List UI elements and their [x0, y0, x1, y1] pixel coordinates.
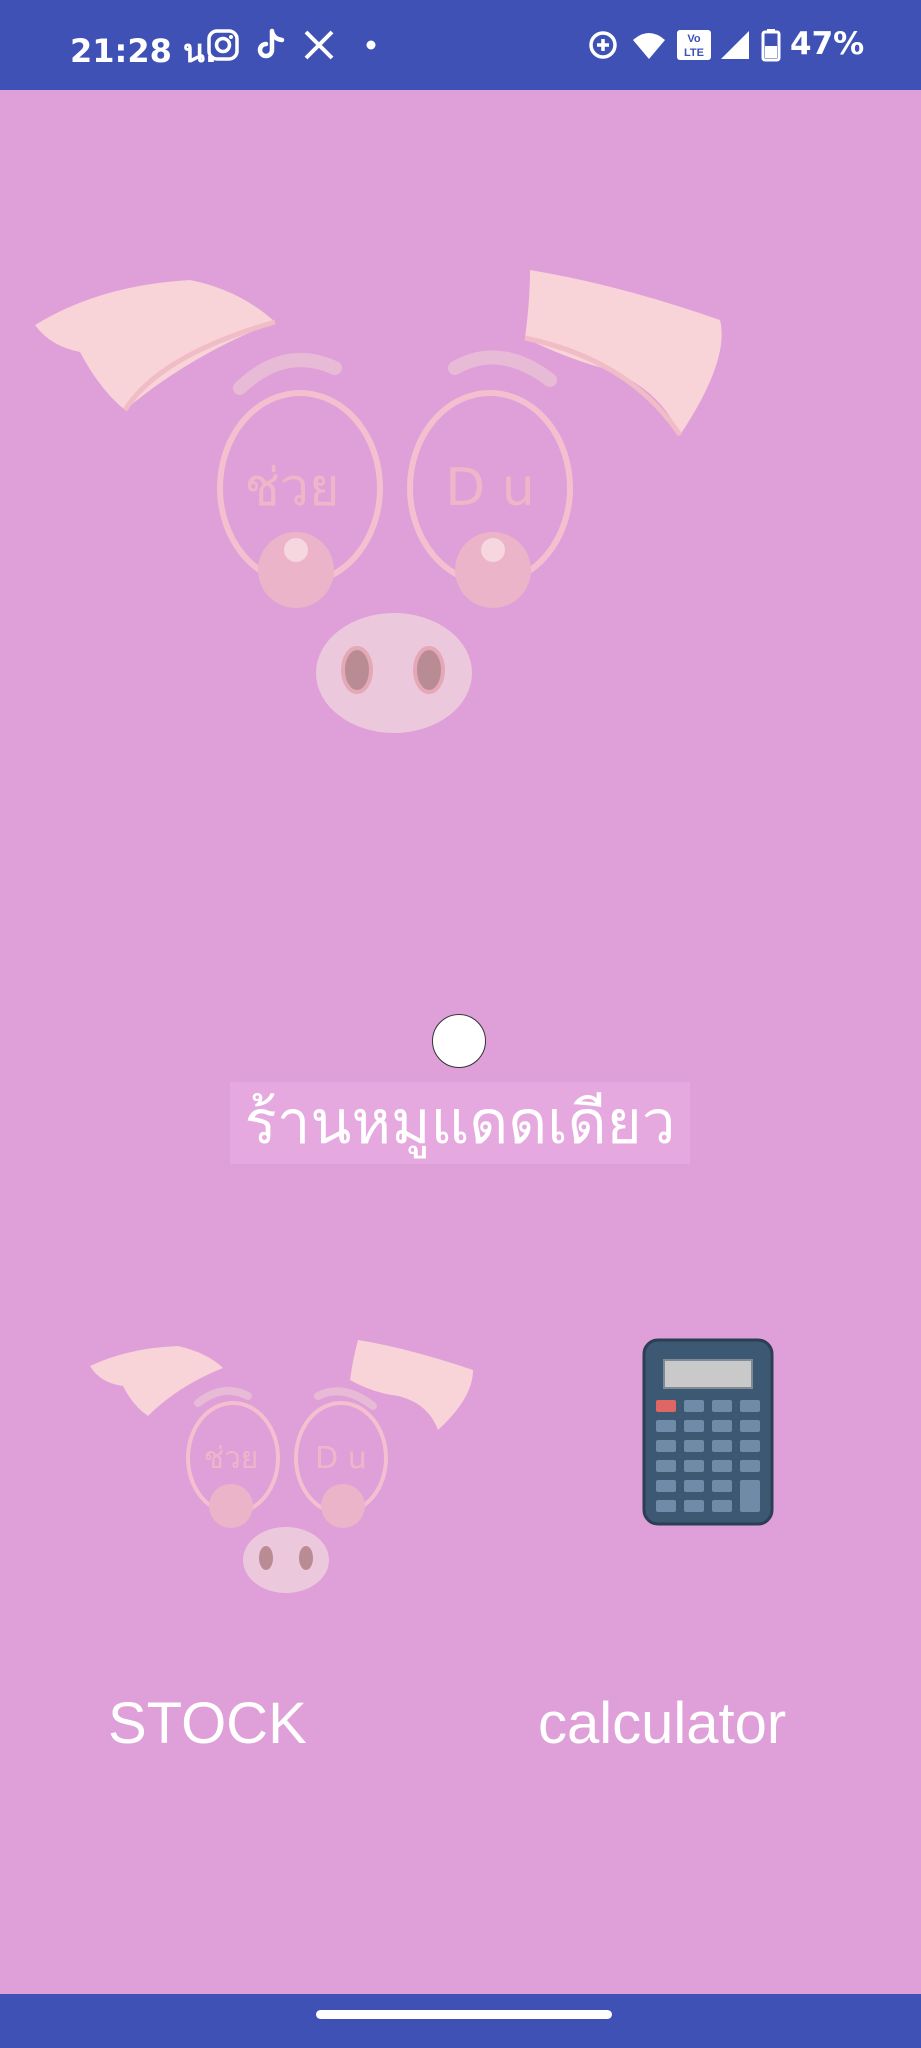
svg-text:Vo: Vo	[687, 33, 701, 45]
tiktok-icon	[257, 28, 285, 59]
dot-icon	[366, 40, 376, 50]
battery-percentage: 47%	[790, 26, 865, 62]
navigation-bar	[0, 1994, 921, 2048]
svg-text:LTE: LTE	[684, 47, 704, 59]
battery-icon	[761, 29, 781, 62]
instagram-icon	[207, 29, 239, 61]
stock-label[interactable]: STOCK	[108, 1690, 307, 1757]
calculator-label[interactable]: calculator	[538, 1690, 786, 1757]
home-gesture-handle[interactable]	[316, 2010, 612, 2019]
data-saver-icon	[589, 31, 617, 59]
wifi-icon	[633, 33, 665, 59]
x-icon	[304, 30, 334, 60]
volte-icon: Vo LTE	[677, 30, 711, 60]
status-time: 21:28 น.	[70, 32, 218, 70]
pig-logo-image: ช่วย D u	[35, 270, 722, 733]
logo-text-right: D u	[445, 458, 535, 518]
stock-logo-text-right: D u	[315, 1441, 367, 1476]
stock-logo-text-left: ช่วย	[204, 1441, 259, 1476]
stock-button[interactable]: ช่วย D u	[88, 1338, 478, 1608]
white-dot	[432, 1014, 486, 1068]
shop-title: ร้านหมูแดดเดียว	[230, 1082, 690, 1164]
calculator-button[interactable]	[642, 1338, 774, 1526]
status-bar: 21:28 น. Vo LTE 47%	[0, 0, 921, 90]
signal-icon	[721, 31, 749, 59]
logo-text-left: ช่วย	[245, 458, 340, 518]
